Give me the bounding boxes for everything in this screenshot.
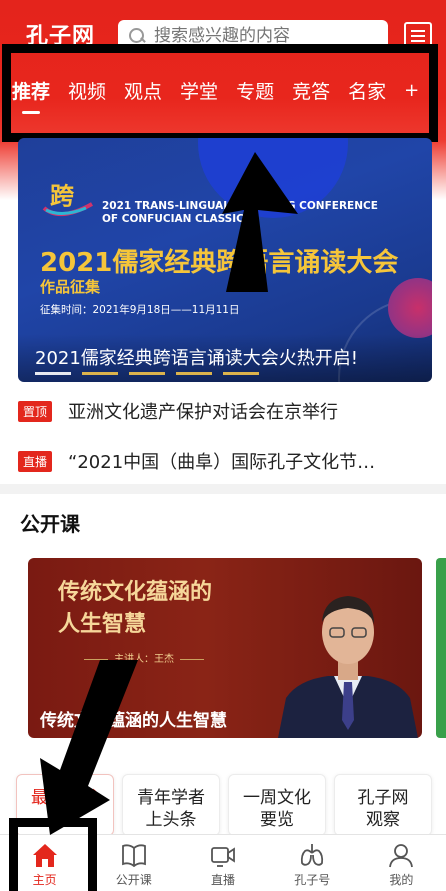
news-title: 亚洲文化遗产保护对话会在京举行 xyxy=(68,402,339,423)
logo-glyph: 跨 xyxy=(50,181,75,210)
course-host: 主讲人：王杰 xyxy=(78,650,210,665)
course-caption: 传统文化蕴涵的人生智慧 xyxy=(40,711,227,731)
nav-kongzi-account[interactable]: 孔子号 xyxy=(268,835,357,891)
news-item[interactable]: 置顶 亚洲文化遗产保护对话会在京举行 xyxy=(18,398,428,424)
nav-open-course[interactable]: 公开课 xyxy=(89,835,178,891)
banner-title: 2021儒家经典跨语言诵读大会 xyxy=(40,248,399,278)
news-item[interactable]: 直播 “2021中国（曲阜）国际孔子文化节… xyxy=(18,448,428,474)
annotation-box-tabs xyxy=(2,44,438,142)
hero-banner[interactable]: 跨 2021 TRANS-LINGUAL CHANTING CONFERENCE… xyxy=(18,138,432,382)
pinned-badge: 置顶 xyxy=(18,400,53,422)
user-icon xyxy=(389,844,414,868)
annotation-box-home xyxy=(9,818,97,891)
lungs-icon xyxy=(301,844,324,866)
banner-subtitle: 作品征集 xyxy=(40,278,101,296)
section-divider xyxy=(0,484,446,494)
nav-live[interactable]: 直播 xyxy=(178,835,267,891)
section-title-open-course: 公开课 xyxy=(20,512,80,536)
search-icon xyxy=(128,27,146,45)
category-kongzi-observation[interactable]: 孔子网 观察 xyxy=(334,774,432,836)
next-course-card-peek[interactable] xyxy=(436,558,446,738)
camera-icon xyxy=(211,847,235,867)
live-badge: 直播 xyxy=(18,450,53,472)
category-young-scholars[interactable]: 青年学者 上头条 xyxy=(122,774,220,836)
course-title: 传统文化蕴涵的 人生智慧 xyxy=(58,579,213,637)
banner-english-title: 2021 TRANS-LINGUAL CHANTING CONFERENCE O… xyxy=(102,200,378,225)
carousel-indicator xyxy=(35,372,270,375)
lecturer-photo xyxy=(278,596,418,738)
banner-date: 征集时间：2021年9月18日——11月11日 xyxy=(40,304,240,316)
category-weekly-culture[interactable]: 一周文化 要览 xyxy=(228,774,326,836)
search-input[interactable] xyxy=(154,26,374,46)
open-course-card[interactable]: 传统文化蕴涵的 人生智慧 主讲人：王杰 传统文化蕴涵的人生智慧 xyxy=(28,558,422,738)
book-icon xyxy=(121,844,146,868)
event-logo: 跨 xyxy=(42,181,93,216)
nav-mine[interactable]: 我的 xyxy=(357,835,446,891)
news-title: “2021中国（曲阜）国际孔子文化节… xyxy=(68,452,376,473)
